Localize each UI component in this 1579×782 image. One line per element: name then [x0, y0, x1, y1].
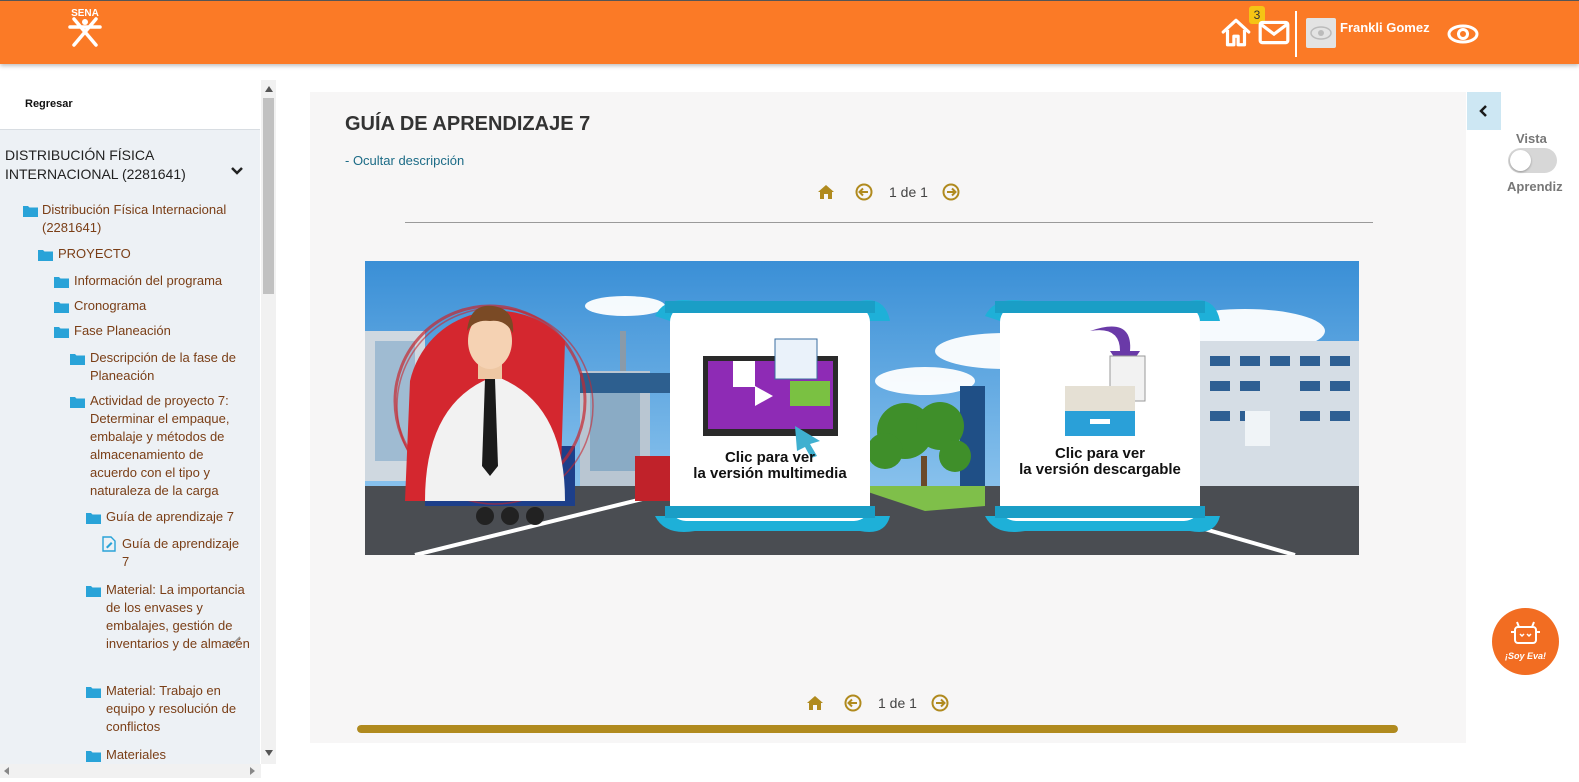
- folder-icon: [54, 277, 69, 288]
- sidebar-item-label: PROYECTO: [58, 246, 131, 261]
- sidebar-item-course[interactable]: Distribución Física Internacional (22816…: [42, 201, 242, 237]
- toggle-knob: [1510, 150, 1531, 171]
- sidebar-item-proyecto[interactable]: PROYECTO: [58, 245, 248, 263]
- page-indicator: 1 de 1: [878, 695, 917, 711]
- vista-label: Vista: [1516, 131, 1547, 146]
- guide-banner: Clic para ver la versión multimedia Clic…: [365, 261, 1359, 555]
- page-title: GUÍA DE APRENDIZAJE 7: [345, 113, 591, 135]
- sena-logo[interactable]: SENA: [62, 5, 108, 49]
- view-mode-toggle[interactable]: [1508, 148, 1557, 173]
- folder-icon: [86, 751, 101, 762]
- scroll-up-arrow[interactable]: [265, 86, 273, 92]
- sidebar-item-label: Guía de aprendizaje 7: [122, 536, 240, 569]
- sidebar-item-guia-doc[interactable]: Guía de aprendizaje 7: [122, 535, 247, 571]
- home-icon[interactable]: [817, 183, 835, 201]
- header-divider: [1295, 11, 1297, 57]
- collapse-panel-button[interactable]: [1467, 92, 1501, 130]
- chevron-left-icon: [1479, 105, 1487, 117]
- sidebar-item-label: Materiales: [106, 747, 166, 762]
- sidebar-item-label: Material: Trabajo en equipo y resolución…: [106, 683, 237, 734]
- eye-icon: [1310, 26, 1332, 40]
- sidebar-item-label: Descripción de la fase de Planeación: [90, 350, 236, 383]
- sidebar-scrollbar[interactable]: [261, 80, 276, 764]
- course-sidebar: Regresar DISTRIBUCIÓN FÍSICA INTERNACION…: [0, 80, 260, 764]
- aprendiz-label: Aprendiz: [1507, 179, 1563, 194]
- sidebar-item-label: Fase Planeación: [74, 323, 171, 338]
- eva-assistant-button[interactable]: ¡Soy Eva!: [1492, 608, 1559, 675]
- home-icon[interactable]: [1219, 15, 1253, 49]
- sidebar-item-label: Información del programa: [74, 273, 223, 288]
- multimedia-line2: la versión multimedia: [693, 465, 847, 482]
- sidebar-item-cronograma[interactable]: Cronograma: [74, 297, 254, 315]
- sidebar-item-label: Guía de aprendizaje 7: [106, 509, 234, 524]
- progress-fill: [357, 725, 1398, 733]
- pager-top: 1 de 1: [815, 181, 975, 203]
- sidebar-item-fase-planeacion[interactable]: Fase Planeación: [74, 322, 254, 340]
- content-divider: [405, 222, 1373, 223]
- hide-description-link[interactable]: - Ocultar descripción: [345, 153, 464, 168]
- page-indicator: 1 de 1: [889, 184, 928, 200]
- progress-bar: [357, 725, 1398, 733]
- sidebar-item-materiales[interactable]: Materiales: [106, 746, 251, 764]
- downloadable-version-button[interactable]: Clic para ver la versión descargable: [985, 300, 1220, 532]
- downloadable-line2: la versión descargable: [1019, 461, 1181, 478]
- sidebar-item-label: Distribución Física Internacional (22816…: [42, 202, 227, 235]
- accessibility-eye-icon[interactable]: [1446, 17, 1480, 51]
- downloadable-line1: Clic para ver: [1055, 445, 1145, 462]
- eva-label: ¡Soy Eva!: [1504, 651, 1546, 661]
- scroll-right-arrow[interactable]: [250, 767, 255, 775]
- pager-bottom: 1 de 1: [804, 692, 964, 714]
- folder-icon: [86, 513, 101, 524]
- prev-page-icon[interactable]: [855, 183, 873, 201]
- scrollbar-thumb[interactable]: [263, 98, 274, 294]
- document-icon: [102, 536, 116, 552]
- home-icon[interactable]: [806, 694, 824, 712]
- multimedia-line1: Clic para ver: [725, 449, 815, 466]
- folder-icon: [86, 687, 101, 698]
- sidebar-item-actividad-7[interactable]: Actividad de proyecto 7: Determinar el e…: [90, 392, 245, 500]
- sidebar-item-label: Actividad de proyecto 7: Determinar el e…: [90, 393, 230, 498]
- robot-icon: [1511, 621, 1540, 644]
- sidebar-hscrollbar[interactable]: [0, 764, 261, 778]
- multimedia-version-button[interactable]: Clic para ver la versión multimedia: [655, 300, 890, 532]
- sidebar-item-material-trabajo[interactable]: Material: Trabajo en equipo y resolución…: [106, 682, 251, 736]
- sidebar-item-guia-folder[interactable]: Guía de aprendizaje 7: [106, 508, 251, 526]
- back-link[interactable]: Regresar: [25, 98, 73, 110]
- sidebar-item-material-envases[interactable]: Material: La importancia de los envases …: [106, 581, 251, 653]
- folder-icon: [70, 354, 85, 365]
- next-page-icon[interactable]: [931, 694, 949, 712]
- user-name[interactable]: Frankli Gomez: [1340, 20, 1430, 35]
- folder-icon: [23, 206, 38, 217]
- folder-icon: [54, 327, 69, 338]
- folder-icon: [86, 586, 101, 597]
- scroll-down-arrow[interactable]: [265, 750, 273, 756]
- main-content: GUÍA DE APRENDIZAJE 7 - Ocultar descripc…: [310, 92, 1466, 743]
- folder-icon: [54, 302, 69, 313]
- banner-illustration: Clic para ver la versión multimedia Clic…: [365, 261, 1359, 555]
- scroll-left-arrow[interactable]: [4, 767, 9, 775]
- svg-text:SENA: SENA: [71, 8, 99, 19]
- folder-icon: [70, 397, 85, 408]
- sidebar-item-informacion[interactable]: Información del programa: [74, 272, 254, 290]
- prev-page-icon[interactable]: [844, 694, 862, 712]
- mail-icon[interactable]: [1257, 15, 1291, 49]
- avatar[interactable]: [1306, 18, 1336, 48]
- top-header: SENA 3 Frankli Gomez: [0, 0, 1579, 64]
- sidebar-item-descripcion-fase[interactable]: Descripción de la fase de Planeación: [90, 349, 245, 385]
- next-page-icon[interactable]: [942, 183, 960, 201]
- sidebar-item-label: Cronograma: [74, 298, 147, 313]
- folder-icon: [38, 250, 53, 261]
- sidebar-item-label: Material: La importancia de los envases …: [106, 582, 250, 651]
- chevron-down-icon[interactable]: [230, 166, 244, 176]
- course-title[interactable]: DISTRIBUCIÓN FÍSICA INTERNACIONAL (22816…: [5, 146, 215, 184]
